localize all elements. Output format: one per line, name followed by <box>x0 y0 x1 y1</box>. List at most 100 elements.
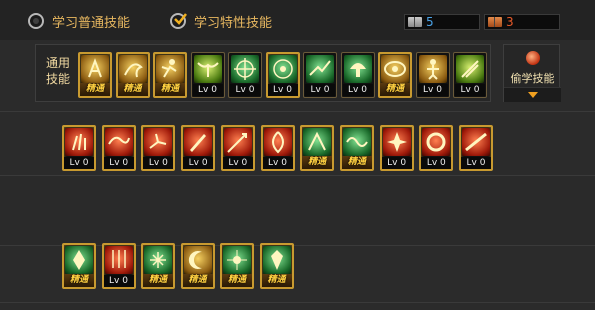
dragon-claw-icon <box>118 55 147 83</box>
dragon-icon <box>104 128 133 156</box>
skill-slot[interactable]: Lv 0 <box>459 125 493 171</box>
skill-level: Lv 0 <box>222 157 253 169</box>
skill-mastered-badge: 精通 <box>182 274 213 287</box>
skill-mastered-badge: 精通 <box>64 274 94 287</box>
skill-slot[interactable]: Lv 0 <box>181 125 216 171</box>
skill-slot[interactable]: Lv 0 <box>379 125 414 171</box>
divider <box>0 111 595 112</box>
skill-level: Lv 0 <box>267 84 298 96</box>
skill-slot[interactable]: Lv 0 <box>190 52 225 98</box>
divider <box>0 302 595 303</box>
check-icon <box>170 13 187 29</box>
gem-icon <box>262 246 291 274</box>
skill-mastered-badge: 精通 <box>155 83 185 96</box>
skill-mastered-badge: 精通 <box>380 83 410 96</box>
skill-slot[interactable]: Lv 0 <box>453 52 487 98</box>
divider <box>0 175 595 176</box>
target-gear-icon <box>268 55 297 83</box>
skill-level: Lv 0 <box>461 157 491 169</box>
orb-icon <box>526 51 540 65</box>
skill-mastered-badge: 精通 <box>80 83 110 96</box>
sparkle-icon <box>144 246 172 274</box>
skill-level: Lv 0 <box>103 157 134 169</box>
skill-slot[interactable]: 精通 <box>259 243 294 289</box>
arrow-rain-icon <box>104 246 133 274</box>
skill-level: Lv 0 <box>103 275 134 287</box>
skill-level: Lv 0 <box>183 157 214 169</box>
skill-level: Lv 0 <box>417 84 448 96</box>
book-icon <box>408 17 422 27</box>
skill-slot[interactable]: Lv 0 <box>101 125 136 171</box>
skill-slot[interactable]: 精通 <box>141 243 175 289</box>
skill-level: Lv 0 <box>230 84 260 96</box>
rune-figure-icon <box>81 55 109 83</box>
skill-level: Lv 0 <box>262 157 293 169</box>
skill-slot[interactable]: Lv 0 <box>141 125 176 171</box>
skill-slot[interactable]: Lv 0 <box>415 52 450 98</box>
steal-skill-button[interactable]: 偷学技能 <box>503 44 561 102</box>
skill-slot[interactable]: 精通 <box>300 125 335 171</box>
skill-slot[interactable]: Lv 0 <box>220 125 255 171</box>
skill-slot[interactable]: 精通 <box>339 125 374 171</box>
skill-level: Lv 0 <box>143 157 174 169</box>
points-blue-value: 5 <box>426 15 434 29</box>
empty-row <box>0 175 595 245</box>
common-skills-label: 通用 技能 <box>44 55 72 87</box>
book-icon <box>488 17 502 27</box>
skill-slot[interactable]: Lv 0 <box>419 125 454 171</box>
skill-mastered-badge: 精通 <box>117 83 148 96</box>
wings-icon <box>193 55 222 83</box>
skill-slot[interactable]: 精通 <box>220 243 254 289</box>
common-label-line1: 通用 <box>45 56 70 70</box>
blade-icon <box>184 128 213 156</box>
chevron-down-icon[interactable] <box>504 87 561 102</box>
skill-slot[interactable]: Lv 0 <box>228 52 262 98</box>
skill-slot[interactable]: Lv 0 <box>303 52 337 98</box>
skill-slot[interactable]: 精通 <box>115 52 150 98</box>
skill-slot[interactable]: Lv 0 <box>62 125 96 171</box>
green-strike-icon <box>303 128 332 156</box>
skill-mastered-badge: 精通 <box>302 156 333 169</box>
skill-slot[interactable]: 精通 <box>78 52 112 98</box>
skill-level: Lv 0 <box>381 157 412 169</box>
skill-slot[interactable]: 精通 <box>62 243 96 289</box>
steal-skill-label: 偷学技能 <box>510 72 555 85</box>
claw-icon <box>65 128 93 156</box>
sprint-icon <box>156 55 184 83</box>
points-red: 3 <box>484 14 560 30</box>
skill-level: Lv 0 <box>192 84 223 96</box>
skill-slot[interactable]: 精通 <box>180 243 215 289</box>
skill-mastered-badge: 精通 <box>341 156 372 169</box>
skill-level: Lv 0 <box>305 84 335 96</box>
skill-slot[interactable]: Lv 0 <box>260 125 295 171</box>
moon-icon <box>183 246 212 274</box>
skill-mastered-badge: 精通 <box>261 274 292 287</box>
header-bar: 学习普通技能 学习特性技能 5 3 <box>0 0 595 40</box>
skill-mastered-badge: 精通 <box>222 274 252 287</box>
slash-icon <box>456 55 484 83</box>
star-burst-icon <box>223 246 251 274</box>
green-wave-icon <box>342 128 371 156</box>
flame-burst-icon <box>382 128 411 156</box>
tab-trait-skills-label: 学习特性技能 <box>194 15 273 31</box>
thrust-icon <box>462 128 490 156</box>
tab-normal-skills-label: 学习普通技能 <box>52 15 131 31</box>
tab-normal-skills[interactable]: 学习普通技能 <box>28 10 130 32</box>
skill-level: Lv 0 <box>64 157 94 169</box>
skill-slot[interactable]: 精通 <box>153 52 187 98</box>
points-blue: 5 <box>404 14 480 30</box>
points-red-value: 3 <box>506 15 514 29</box>
target-icon <box>231 55 259 83</box>
golden-figure-icon <box>418 55 447 83</box>
ring-icon <box>422 128 451 156</box>
skill-slot[interactable]: Lv 0 <box>340 52 375 98</box>
skill-mastered-badge: 精通 <box>143 274 173 287</box>
skill-level: Lv 0 <box>455 84 485 96</box>
radio-icon <box>28 13 44 29</box>
tab-trait-skills[interactable]: 学习特性技能 <box>170 10 272 32</box>
crystal-icon <box>65 246 93 274</box>
skill-slot[interactable]: Lv 0 <box>101 243 136 289</box>
skill-slot[interactable]: Lv 0 <box>265 52 300 98</box>
skill-slot[interactable]: 精通 <box>378 52 412 98</box>
common-label-line2: 技能 <box>45 72 70 86</box>
